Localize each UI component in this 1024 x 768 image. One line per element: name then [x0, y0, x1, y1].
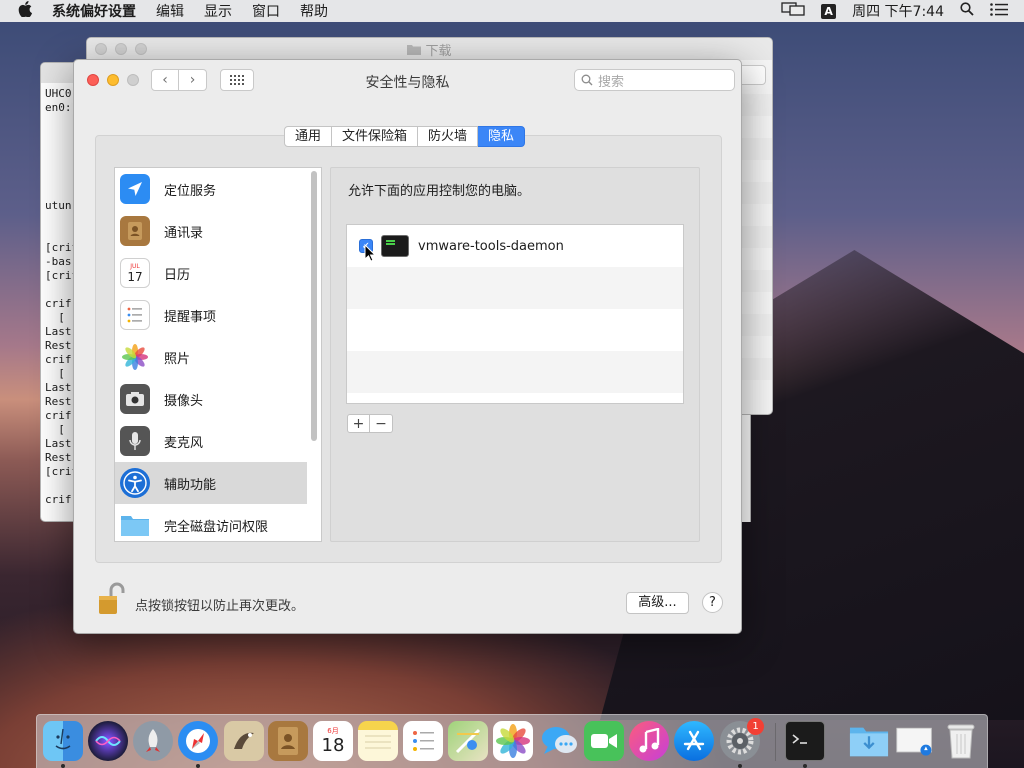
tab-bar: 通用 文件保险箱 防火墙 隐私 [284, 126, 526, 147]
add-remove-buttons: + − [347, 414, 393, 433]
sidebar-item-label: 摄像头 [164, 393, 204, 409]
dock: 6月 18 1 [36, 714, 988, 768]
sidebar-item-location-services[interactable]: 定位服务 [115, 168, 307, 210]
sidebar-scrollbar[interactable] [311, 171, 317, 441]
search-icon [581, 74, 593, 86]
help-button[interactable]: ? [702, 592, 723, 613]
menu-window[interactable]: 窗口 [252, 1, 280, 21]
finder-title: 下载 [87, 38, 772, 60]
safari-icon[interactable] [178, 721, 218, 761]
lock-icon[interactable] [95, 582, 127, 616]
app-list[interactable]: ✓ vmware-tools-daemon [346, 224, 684, 404]
tab-filevault[interactable]: 文件保险箱 [332, 126, 419, 147]
sidebar-item-label: 提醒事项 [164, 309, 217, 325]
menu-system-preferences[interactable]: 系统偏好设置 [52, 1, 136, 21]
sidebar-item-label: 照片 [164, 351, 191, 367]
tab-general[interactable]: 通用 [284, 126, 333, 147]
facetime-icon[interactable] [584, 721, 624, 761]
downloads-folder-icon[interactable] [849, 721, 889, 761]
sidebar-item-photos[interactable]: 照片 [115, 336, 307, 378]
search-field[interactable]: 搜索 [574, 69, 735, 91]
sidebar-item-label: 定位服务 [164, 183, 217, 199]
add-app-button[interactable]: + [347, 414, 370, 433]
launchpad-icon[interactable] [133, 721, 173, 761]
window-titlebar: ‹ › 安全性与隐私 搜索 [74, 60, 741, 102]
running-indicator [196, 764, 200, 768]
tab-firewall[interactable]: 防火墙 [418, 126, 479, 147]
remove-app-button[interactable]: − [370, 414, 393, 433]
privacy-category-list[interactable]: 定位服务 通讯录 JUL 17 日历 提醒事项 照片 摄像头 麦克风 辅助功能 … [114, 167, 322, 542]
app-store-icon[interactable] [674, 721, 714, 761]
empty-row [347, 393, 683, 403]
accessibility-icon [120, 468, 150, 498]
notes-icon[interactable] [358, 721, 398, 761]
maps-icon[interactable] [448, 721, 488, 761]
dock-separator [775, 723, 776, 761]
mouse-cursor-icon [364, 243, 377, 266]
siri-icon[interactable] [88, 721, 128, 761]
display-mirroring-icon[interactable] [781, 2, 805, 20]
calendar-icon: JUL 17 [120, 258, 150, 288]
camera-icon [120, 384, 150, 414]
folder-icon [407, 44, 422, 55]
notification-center-icon[interactable] [990, 2, 1008, 20]
trash-icon[interactable] [941, 721, 981, 761]
menu-bar: 系统偏好设置 编辑 显示 窗口 帮助 A 周四 下午7:44 [0, 0, 1024, 22]
panel-description: 允许下面的应用控制您的电脑。 [348, 184, 531, 199]
sidebar-item-accessibility[interactable]: 辅助功能 [115, 462, 307, 504]
tab-privacy[interactable]: 隐私 [478, 126, 526, 147]
finder-icon[interactable] [43, 721, 83, 761]
sidebar-item-label: 麦克风 [164, 435, 204, 451]
sidebar-item-label: 日历 [164, 267, 191, 283]
running-indicator [803, 764, 807, 768]
contacts-book-icon [120, 216, 150, 246]
empty-row [347, 309, 683, 351]
list-item[interactable]: ✓ vmware-tools-daemon [347, 225, 683, 267]
mail-icon[interactable] [224, 721, 264, 761]
messages-icon[interactable] [539, 721, 579, 761]
itunes-icon[interactable] [629, 721, 669, 761]
finder-traffic-lights [95, 43, 147, 55]
security-privacy-window: ‹ › 安全性与隐私 搜索 通用 文件保险箱 防火墙 隐私 定位服务 通讯录 J… [73, 59, 742, 634]
input-method-icon[interactable]: A [821, 3, 837, 19]
reminders-icon [120, 300, 150, 330]
search-placeholder: 搜索 [598, 74, 625, 90]
terminal-icon[interactable] [785, 721, 825, 761]
sidebar-item-label: 完全磁盘访问权限 [164, 519, 269, 535]
reminders-icon[interactable] [403, 721, 443, 761]
running-indicator [61, 764, 65, 768]
running-indicator [738, 764, 742, 768]
photos-icon [120, 342, 150, 372]
empty-row [347, 267, 683, 309]
sidebar-item-calendar[interactable]: JUL 17 日历 [115, 252, 307, 294]
notification-badge: 1 [747, 718, 764, 735]
photos-icon[interactable] [493, 721, 533, 761]
microphone-icon [120, 426, 150, 456]
app-name: vmware-tools-daemon [418, 238, 564, 254]
lock-hint: 点按锁按钮以防止再次更改。 [135, 599, 305, 614]
menu-view[interactable]: 显示 [204, 1, 232, 21]
clock[interactable]: 周四 下午7:44 [852, 1, 944, 21]
sidebar-item-label: 辅助功能 [164, 477, 217, 493]
sidebar-item-full-disk-access[interactable]: 完全磁盘访问权限 [115, 504, 307, 541]
sidebar-item-reminders[interactable]: 提醒事项 [115, 294, 307, 336]
empty-row [347, 351, 683, 393]
advanced-button[interactable]: 高级... [626, 592, 689, 614]
folder-icon [120, 510, 150, 540]
sidebar-item-microphone[interactable]: 麦克风 [115, 420, 307, 462]
sidebar-item-camera[interactable]: 摄像头 [115, 378, 307, 420]
terminal-app-icon [381, 235, 409, 257]
contacts-icon[interactable] [268, 721, 308, 761]
menu-edit[interactable]: 编辑 [156, 1, 184, 21]
finder-title-text: 下载 [425, 43, 452, 59]
sidebar-item-label: 通讯录 [164, 225, 204, 241]
finder-file-rows [738, 94, 772, 402]
menu-help[interactable]: 帮助 [300, 1, 328, 21]
calendar-icon[interactable]: 6月 18 [313, 721, 353, 761]
sidebar-item-contacts[interactable]: 通讯录 [115, 210, 307, 252]
spotlight-search-icon[interactable] [960, 2, 974, 20]
location-arrow-icon [120, 174, 150, 204]
apple-icon[interactable] [18, 1, 40, 21]
document-icon[interactable] [895, 721, 935, 761]
